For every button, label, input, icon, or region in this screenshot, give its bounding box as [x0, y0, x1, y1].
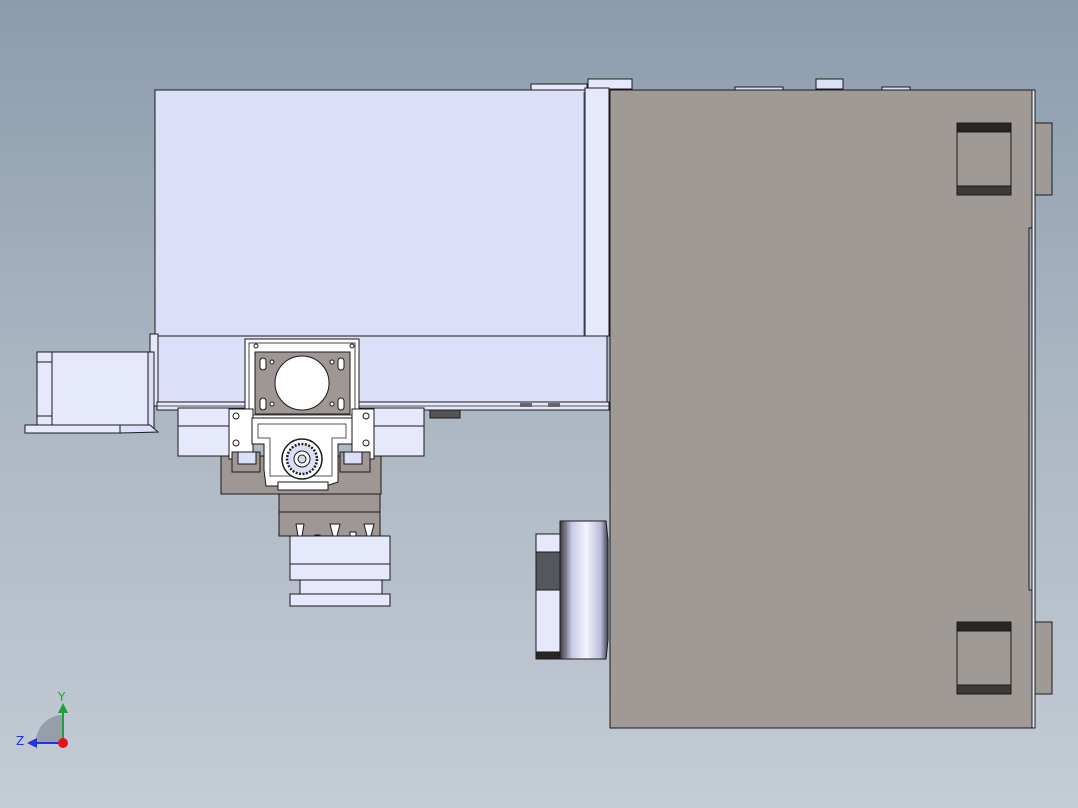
side-roller[interactable] [535, 520, 609, 660]
gray-body[interactable] [609, 78, 1053, 729]
axis-triad: Y Z [16, 690, 68, 748]
y-axis-label: Y [57, 690, 66, 704]
roller-drum [559, 520, 609, 660]
lower-stack[interactable] [278, 493, 391, 607]
motor-body [51, 351, 149, 427]
stack-gray-block [278, 493, 381, 537]
z-axis-arrow [27, 738, 37, 748]
stack-base [289, 593, 391, 607]
motor-base [24, 424, 121, 434]
motor-flange [147, 351, 155, 433]
y-axis-arrow [58, 703, 68, 713]
gear-housing[interactable] [220, 408, 382, 495]
stepper-motor[interactable] [24, 351, 160, 434]
side-block-top [1034, 122, 1053, 196]
cad-viewport[interactable]: Y Z [0, 0, 1078, 808]
top-tab-right [815, 78, 844, 90]
adapter-plate[interactable] [244, 338, 360, 420]
module-housing-side [584, 87, 610, 337]
motor-end-cap [36, 351, 53, 427]
plate-bore [274, 355, 330, 411]
stack-blue-block [289, 535, 391, 581]
triad-arc [36, 715, 63, 742]
stack-neck [299, 579, 383, 595]
side-block-bottom [1034, 621, 1053, 695]
assembly-drawing[interactable]: Y Z [0, 0, 1078, 808]
linear-module[interactable] [149, 78, 633, 419]
module-rail [154, 335, 608, 403]
window-top [956, 122, 1012, 196]
x-axis-dot [58, 738, 68, 748]
window-bottom [956, 621, 1012, 695]
z-axis-label: Z [16, 734, 24, 748]
module-housing [154, 89, 586, 337]
